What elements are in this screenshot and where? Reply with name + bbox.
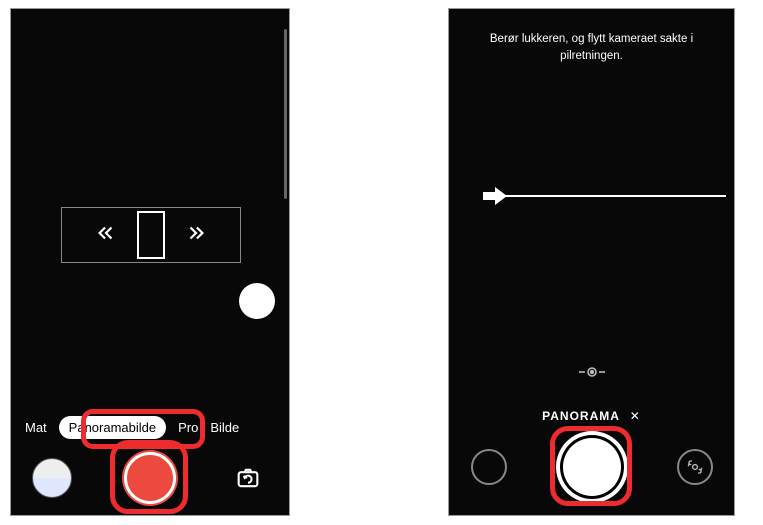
camera-mode-selector[interactable]: Mat Panoramabilde Pro Bilde bbox=[11, 416, 289, 439]
camera-screen-panorama-select: Mat Panoramabilde Pro Bilde bbox=[10, 8, 290, 516]
panorama-guide-line bbox=[483, 195, 726, 197]
bottom-controls bbox=[449, 431, 734, 503]
bottom-controls bbox=[11, 449, 289, 507]
scrollbar[interactable] bbox=[284, 29, 287, 199]
mode-label: PANORAMA bbox=[542, 409, 619, 423]
instruction-line: Berør lukkeren, og flytt kameraet sakte … bbox=[490, 33, 693, 45]
panorama-direction-guide[interactable] bbox=[61, 207, 241, 263]
chevrons-right-icon bbox=[185, 222, 207, 249]
switch-camera-button[interactable] bbox=[677, 449, 713, 485]
gallery-thumbnail[interactable] bbox=[32, 458, 72, 498]
shutter-button[interactable] bbox=[563, 438, 621, 496]
instruction-text: Berør lukkeren, og flytt kameraet sakte … bbox=[449, 31, 734, 64]
current-mode-indicator[interactable]: PANORAMA ✕ bbox=[449, 409, 734, 423]
back-ring-button[interactable] bbox=[471, 449, 507, 485]
panorama-frame-icon bbox=[137, 211, 165, 259]
switch-camera-button[interactable] bbox=[228, 458, 268, 498]
chevrons-left-icon bbox=[95, 222, 117, 249]
mode-item-mat[interactable]: Mat bbox=[25, 420, 47, 435]
camera-screen-panorama-capture: Berør lukkeren, og flytt kameraet sakte … bbox=[448, 8, 735, 516]
shutter-button[interactable] bbox=[124, 452, 176, 504]
assistant-floating-button[interactable] bbox=[239, 283, 275, 319]
direction-arrow-icon bbox=[483, 185, 507, 212]
instruction-line: pilretningen. bbox=[560, 50, 623, 62]
mode-item-panoramabilde[interactable]: Panoramabilde bbox=[59, 416, 166, 439]
focus-target-icon[interactable] bbox=[579, 363, 605, 386]
close-icon[interactable]: ✕ bbox=[630, 409, 641, 423]
mode-item-pro[interactable]: Pro bbox=[178, 420, 198, 435]
mode-item-bilde[interactable]: Bilde bbox=[210, 420, 239, 435]
